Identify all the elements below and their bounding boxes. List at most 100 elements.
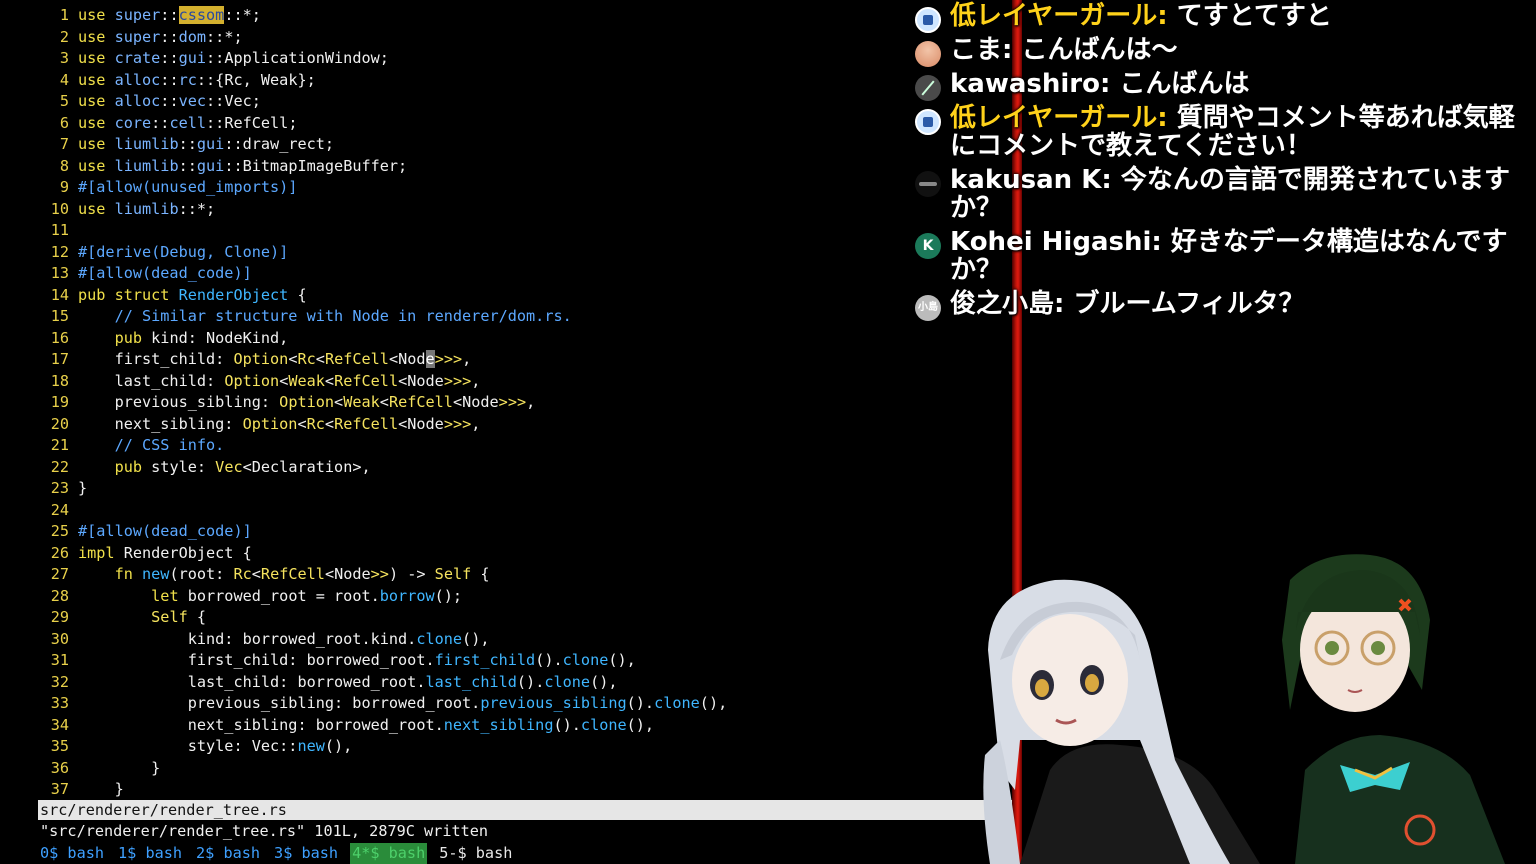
code-line[interactable]: 11 (38, 220, 1008, 242)
code-token: :: (160, 6, 179, 24)
code-line[interactable]: 9 #[allow(unused_imports)] (38, 177, 1008, 199)
code-token: < (324, 414, 335, 433)
code-token: , (471, 371, 481, 390)
line-number: 21 (50, 436, 69, 454)
tmux-window-tab[interactable]: 1$ bash (116, 843, 184, 864)
vtuber-avatars (983, 554, 1505, 864)
code-line[interactable]: 15 // Similar structure with Node in ren… (38, 306, 1008, 328)
code-line[interactable]: 20 next_sibling: Option<Rc<RefCell<Node>… (38, 414, 1008, 436)
code-token: first_child: (78, 350, 234, 368)
tmux-window-tab[interactable]: 3$ bash (272, 843, 340, 864)
tmux-window-tab[interactable]: 4*$ bash (350, 843, 428, 864)
code-line[interactable]: 16 pub kind: NodeKind, (38, 328, 1008, 350)
code-line[interactable]: 21 // CSS info. (38, 435, 1008, 457)
code-token: use (78, 135, 115, 153)
chat-avatar-icon (915, 7, 941, 33)
line-number: 33 (50, 694, 69, 712)
code-line[interactable]: 34 next_sibling: borrowed_root.next_sibl… (38, 715, 1008, 737)
line-number: 32 (50, 672, 69, 691)
code-line[interactable]: 14 pub struct RenderObject { (38, 285, 1008, 307)
code-line[interactable]: 17 first_child: Option<Rc<RefCell<Node>>… (38, 349, 1008, 371)
code-token: :: (160, 70, 179, 89)
code-line[interactable]: 19 previous_sibling: Option<Weak<RefCell… (38, 392, 1008, 414)
code-token: :: (160, 92, 179, 110)
code-line[interactable]: 22 pub style: Vec<Declaration>, (38, 457, 1008, 479)
code-token: Weak (288, 371, 325, 390)
code-token: style: (151, 457, 216, 476)
chat-separator: : (1054, 289, 1074, 319)
line-number: 35 (50, 737, 69, 755)
code-line[interactable]: 31 first_child: borrowed_root.first_chil… (38, 650, 1008, 672)
line-number: 5 (59, 92, 69, 110)
code-line[interactable]: 8 use liumlib::gui::BitmapImageBuffer; (38, 156, 1008, 178)
code-line[interactable]: 6 use core::cell::RefCell; (38, 113, 1008, 135)
code-line[interactable]: 25 #[allow(dead_code)] (38, 521, 1008, 543)
code-line[interactable]: 1 use super::cssom::*; (38, 5, 1008, 27)
code-line[interactable]: 13 #[allow(dead_code)] (38, 263, 1008, 285)
code-token: (), (608, 651, 636, 669)
chat-author-name: 低レイヤーガール (950, 103, 1158, 133)
code-token: last_child: (78, 371, 225, 390)
code-token: cell (169, 113, 207, 132)
code-line[interactable]: 10 use liumlib::*; (38, 199, 1008, 221)
chat-message-text: ブルームフィルタ？ (1073, 289, 1305, 319)
code-token: style: Vec:: (78, 737, 298, 755)
code-line[interactable]: 27 fn new(root: Rc<RefCell<Node>>) -> Se… (38, 564, 1008, 586)
code-line[interactable]: 24 (38, 500, 1008, 522)
tmux-window-tab[interactable]: 0$ bash (38, 843, 106, 864)
live-chat-overlay: 低レイヤーガール: てすとてすと こま: こんばんは〜 kawashiro: こんば… (912, 2, 1536, 342)
tmux-window-tab[interactable]: 2$ bash (194, 843, 262, 864)
vim-command-line[interactable]: "src/renderer/render_tree.rs" 101L, 2879… (38, 821, 488, 841)
line-number: 6 (59, 113, 69, 132)
chat-separator: : (1157, 103, 1177, 133)
code-line[interactable]: 3 use crate::gui::ApplicationWindow; (38, 48, 1008, 70)
code-token: :: (160, 49, 179, 67)
code-line[interactable]: 7 use liumlib::gui::draw_rect; (38, 134, 1008, 156)
code-token: } (78, 479, 88, 497)
code-token: RefCell (334, 414, 399, 433)
code-token: super (114, 6, 161, 24)
code-token: >>> (443, 414, 472, 433)
code-line[interactable]: 4 use alloc::rc::{Rc, Weak}; (38, 70, 1008, 92)
code-token: clone (562, 651, 609, 669)
code-line[interactable]: 32 last_child: borrowed_root.last_child(… (38, 672, 1008, 694)
code-line[interactable]: 2 use super::dom::*; (38, 27, 1008, 49)
code-token: <Node (398, 414, 444, 433)
code-token: Weak (343, 393, 380, 411)
code-token: { (187, 608, 207, 626)
code-token: (). (626, 694, 655, 712)
tmux-window-tab[interactable]: 5-$ bash (437, 843, 514, 864)
code-line[interactable]: 35 style: Vec::new(), (38, 736, 1008, 758)
code-line[interactable]: 36 } (38, 758, 1008, 780)
code-line[interactable]: 29 Self { (38, 607, 1008, 629)
code-line[interactable]: 18 last_child: Option<Weak<RefCell<Node>… (38, 371, 1008, 393)
code-token: <Node (398, 371, 444, 390)
code-token: < (297, 414, 307, 433)
code-line[interactable]: 30 kind: borrowed_root.kind.clone(), (38, 629, 1008, 651)
chat-message: 低レイヤーガール: てすとてすと (912, 1, 1536, 33)
code-line[interactable]: 37 } (38, 779, 1008, 799)
code-line[interactable]: 23} (38, 478, 1008, 500)
vim-editor[interactable]: 1 use super::cssom::*; 2 use super::dom::*;… (0, 0, 1012, 864)
line-number: 36 (50, 758, 69, 777)
chat-separator: : (1157, 1, 1177, 31)
line-number: 8 (59, 156, 69, 175)
code-token: (), (590, 672, 618, 691)
code-token: ::*; (178, 199, 216, 218)
code-token: kind: NodeKind, (151, 328, 289, 347)
code-line[interactable]: 5 use alloc::vec::Vec; (38, 91, 1008, 113)
code-line[interactable]: 33 previous_sibling: borrowed_root.previ… (38, 693, 1008, 715)
chat-author-name: Kohei Higashi (950, 227, 1152, 257)
code-line[interactable]: 28 let borrowed_root = root.borrow(); (38, 586, 1008, 608)
line-number: 11 (50, 221, 69, 239)
code-line[interactable]: 12 #[derive(Debug, Clone)] (38, 242, 1008, 264)
line-number: 12 (50, 242, 69, 261)
code-token: pub (114, 328, 152, 347)
line-number: 9 (59, 178, 69, 196)
code-line[interactable]: 26 impl RenderObject { (38, 543, 1008, 565)
code-token: < (324, 371, 335, 390)
line-number: 10 (50, 199, 69, 218)
code-area[interactable]: 1 use super::cssom::*; 2 use super::dom::*;… (38, 5, 1008, 799)
